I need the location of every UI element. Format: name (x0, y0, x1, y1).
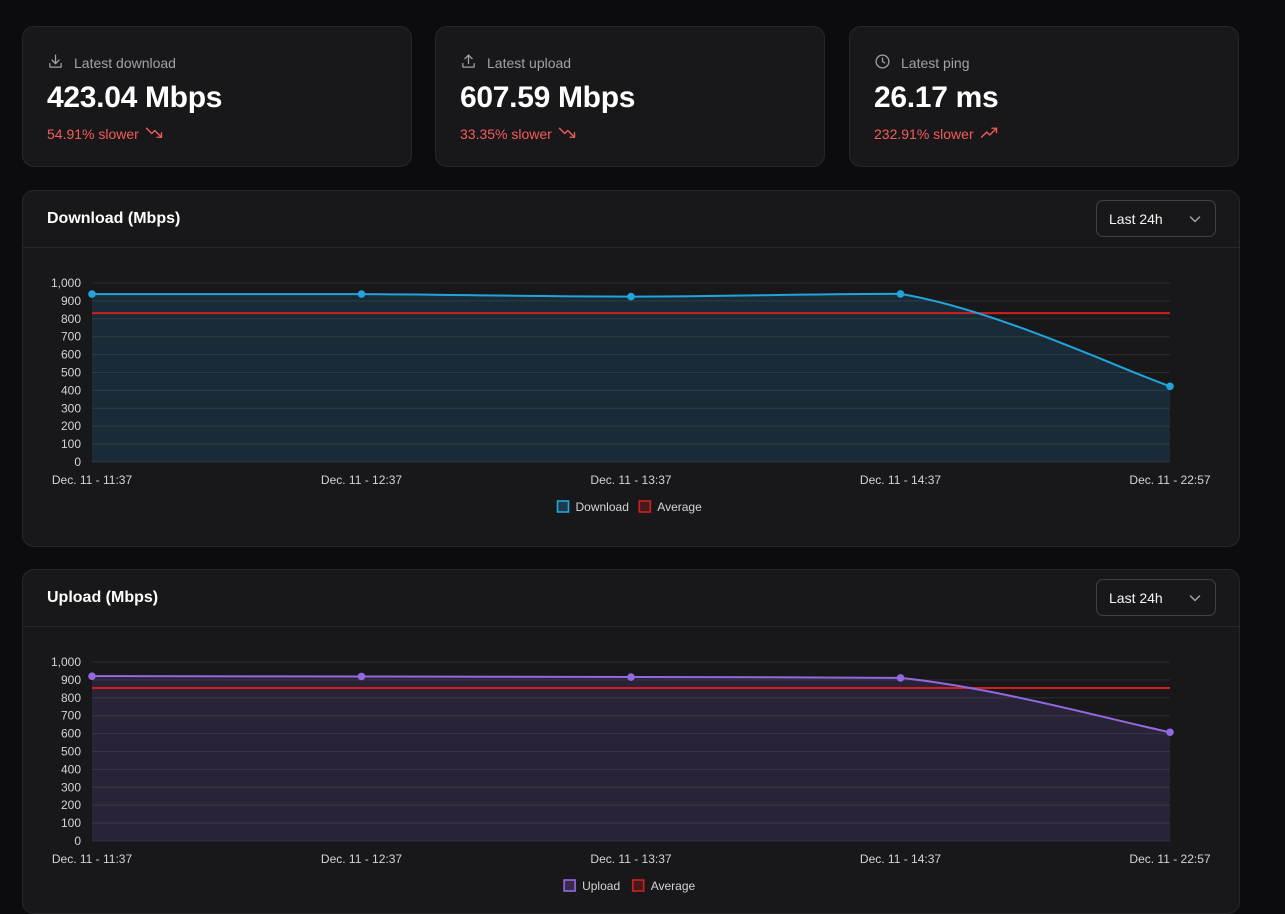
legend-item: Average (631, 879, 696, 893)
stat-value: 26.17 ms (874, 81, 999, 114)
upload-icon (460, 53, 477, 73)
y-tick-label: 500 (61, 366, 81, 380)
stat-delta-text: 232.91% slower (874, 125, 974, 142)
trending-up-icon (980, 125, 998, 142)
data-point (1166, 728, 1174, 737)
x-tick-label: Dec. 11 - 11:37 (52, 852, 133, 866)
download-chart: 0 100 200 300 400 500 600 700 800 900 1,000 Dec. 11… (51, 276, 1211, 514)
upload-chart: 0 100 200 300 400 500 600 700 800 900 1,000 Dec. 11… (51, 655, 1211, 893)
y-tick-label: 500 (61, 745, 81, 759)
y-tick-label: 600 (61, 348, 81, 362)
y-tick-label: 0 (74, 834, 81, 848)
data-point (896, 290, 905, 298)
x-tick-label: Dec. 11 - 22:57 (1129, 852, 1210, 866)
legend-swatch (638, 500, 652, 513)
y-tick-label: 200 (61, 419, 81, 433)
stat-delta: 33.35% slower (460, 125, 576, 142)
trending-down-icon (145, 125, 163, 142)
y-tick-label: 700 (61, 330, 81, 344)
y-tick-label: 900 (61, 673, 81, 687)
download-chart-panel: Download (Mbps) Last 24h 0 100 200 300 400 50… (22, 190, 1240, 547)
y-tick-label: 200 (61, 798, 81, 812)
upload-chart-panel: Upload (Mbps) Last 24h 0 100 200 300 400 500 6… (22, 569, 1240, 914)
data-point (88, 290, 96, 298)
data-point (627, 292, 635, 301)
x-tick-label: Dec. 11 - 22:57 (1129, 473, 1210, 487)
data-point (896, 674, 905, 682)
stat-delta: 232.91% slower (874, 125, 998, 142)
y-tick-label: 0 (74, 455, 81, 469)
x-tick-label: Dec. 11 - 11:37 (52, 473, 133, 487)
stat-card-ping: Latest ping 26.17 ms 232.91% slower (849, 26, 1239, 167)
data-point (627, 673, 635, 681)
legend-item: Upload (563, 879, 620, 893)
legend-label: Upload (582, 879, 620, 893)
stat-delta-text: 33.35% slower (460, 125, 552, 142)
stat-label: Latest ping (901, 55, 970, 71)
legend-item: Download (556, 500, 629, 514)
x-tick-label: Dec. 11 - 14:37 (860, 852, 941, 866)
data-point (88, 672, 96, 680)
y-tick-label: 400 (61, 762, 81, 776)
data-point (357, 290, 366, 298)
x-tick-label: Dec. 11 - 14:37 (860, 473, 941, 487)
y-tick-label: 300 (61, 780, 81, 794)
y-tick-label: 300 (61, 401, 81, 415)
x-tick-label: Dec. 11 - 12:37 (321, 473, 402, 487)
stat-label-row: Latest ping (874, 53, 970, 73)
stat-label-row: Latest upload (460, 53, 571, 73)
y-tick-label: 900 (61, 294, 81, 308)
trending-down-icon (558, 125, 576, 142)
stat-delta: 54.91% slower (47, 125, 163, 142)
data-point (357, 672, 366, 681)
stat-value: 607.59 Mbps (460, 81, 636, 114)
stat-value: 423.04 Mbps (47, 81, 223, 114)
y-tick-label: 400 (61, 383, 81, 397)
legend-swatch (631, 879, 645, 892)
y-tick-label: 100 (61, 816, 81, 830)
y-tick-label: 700 (61, 709, 81, 723)
y-tick-label: 1,000 (51, 276, 81, 290)
x-tick-label: Dec. 11 - 13:37 (590, 852, 671, 866)
stat-label-row: Latest download (47, 53, 176, 73)
legend-swatch (563, 879, 576, 892)
y-tick-label: 1,000 (51, 655, 81, 669)
stat-label: Latest download (74, 55, 176, 71)
stat-label: Latest upload (487, 55, 572, 71)
x-tick-label: Dec. 11 - 12:37 (321, 852, 402, 866)
legend-label: Average (657, 500, 702, 514)
legend-swatch (556, 500, 570, 513)
data-point (1166, 382, 1174, 391)
series-area (92, 676, 1170, 841)
y-tick-label: 800 (61, 312, 81, 326)
legend-label: Download (576, 500, 629, 514)
stat-delta-text: 54.91% slower (47, 125, 139, 142)
download-icon (47, 53, 64, 73)
y-tick-label: 100 (61, 437, 81, 451)
stat-card-upload: Latest upload 607.59 Mbps 33.35% slower (435, 26, 825, 167)
clock-icon (874, 53, 891, 73)
y-tick-label: 800 (61, 691, 81, 705)
legend-label: Average (651, 879, 696, 893)
stat-card-download: Latest download 423.04 Mbps 54.91% slowe… (22, 26, 412, 167)
y-tick-label: 600 (61, 727, 81, 741)
legend-item: Average (638, 500, 702, 514)
x-tick-label: Dec. 11 - 13:37 (590, 473, 671, 487)
